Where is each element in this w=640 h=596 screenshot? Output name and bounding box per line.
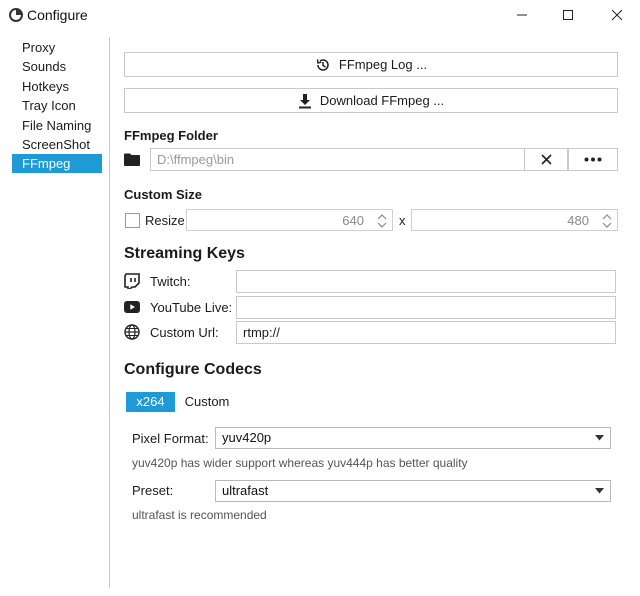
sidebar-item-sounds[interactable]: Sounds [12, 57, 102, 76]
ffmpeg-log-button[interactable]: FFmpeg Log ... [124, 52, 618, 77]
resize-checkbox[interactable] [125, 213, 140, 228]
history-icon [316, 58, 329, 71]
width-value: 640 [342, 213, 364, 228]
size-separator: x [399, 213, 406, 228]
streaming-keys-heading: Streaming Keys [124, 245, 245, 262]
youtube-icon [124, 301, 140, 313]
sidebar-item-ffmpeg[interactable]: FFmpeg [12, 154, 102, 173]
clear-icon [540, 154, 552, 165]
custom-size-label: Custom Size [124, 187, 203, 202]
pixel-format-label: Pixel Format: [132, 431, 209, 446]
more-icon [584, 157, 602, 162]
download-icon [298, 93, 311, 108]
close-button[interactable] [594, 0, 640, 30]
download-ffmpeg-button[interactable]: Download FFmpeg ... [124, 88, 618, 113]
ffmpeg-folder-input[interactable]: D:\ffmpeg\bin [150, 148, 525, 171]
preset-label: Preset: [132, 483, 174, 498]
youtube-key-input[interactable] [236, 296, 616, 319]
width-spinner-icon[interactable] [376, 212, 388, 230]
tab-x264[interactable]: x264 [126, 392, 175, 412]
pixel-format-hint: yuv420p has wider support whereas yuv444… [132, 456, 468, 470]
width-input[interactable]: 640 [186, 209, 393, 231]
ffmpeg-folder-label: FFmpeg Folder [124, 128, 218, 143]
sidebar-item-proxy[interactable]: Proxy [12, 38, 102, 57]
download-ffmpeg-label: Download FFmpeg ... [319, 93, 445, 108]
resize-label: Resize [145, 213, 185, 228]
twitch-label: Twitch: [150, 274, 191, 289]
folder-icon [124, 153, 140, 166]
globe-icon [124, 324, 140, 340]
clear-folder-button[interactable] [524, 148, 568, 171]
ffmpeg-log-label: FFmpeg Log ... [338, 57, 428, 72]
twitch-icon [124, 273, 140, 289]
height-spinner-icon[interactable] [601, 212, 613, 230]
custom-url-input[interactable]: rtmp:// [236, 321, 616, 344]
sidebar: Proxy Sounds Hotkeys Tray Icon File Nami… [0, 30, 110, 596]
configure-codecs-heading: Configure Codecs [124, 361, 262, 378]
browse-folder-button[interactable] [568, 148, 618, 171]
sidebar-item-file-naming[interactable]: File Naming [12, 116, 102, 135]
chevron-down-icon [595, 488, 604, 494]
tab-custom[interactable]: Custom [177, 392, 237, 412]
chevron-down-icon [595, 435, 604, 441]
app-icon [9, 8, 23, 22]
preset-select[interactable]: ultrafast [215, 480, 611, 502]
maximize-icon [563, 10, 573, 20]
sidebar-item-tray-icon[interactable]: Tray Icon [12, 96, 102, 115]
pixel-format-select[interactable]: yuv420p [215, 427, 611, 449]
minimize-button[interactable] [499, 0, 545, 30]
height-value: 480 [567, 213, 589, 228]
close-icon [611, 9, 623, 21]
window-title: Configure [27, 7, 88, 23]
height-input[interactable]: 480 [411, 209, 618, 231]
maximize-button[interactable] [545, 0, 591, 30]
sidebar-divider [109, 37, 110, 588]
custom-url-label: Custom Url: [150, 325, 219, 340]
twitch-key-input[interactable] [236, 270, 616, 293]
preset-value: ultrafast [222, 483, 269, 498]
minimize-icon [517, 14, 527, 16]
youtube-live-label: YouTube Live: [150, 300, 233, 315]
preset-hint: ultrafast is recommended [132, 508, 267, 522]
title-bar: Configure [0, 0, 640, 30]
sidebar-item-screenshot[interactable]: ScreenShot [12, 135, 102, 154]
sidebar-item-hotkeys[interactable]: Hotkeys [12, 77, 102, 96]
pixel-format-value: yuv420p [222, 430, 272, 445]
